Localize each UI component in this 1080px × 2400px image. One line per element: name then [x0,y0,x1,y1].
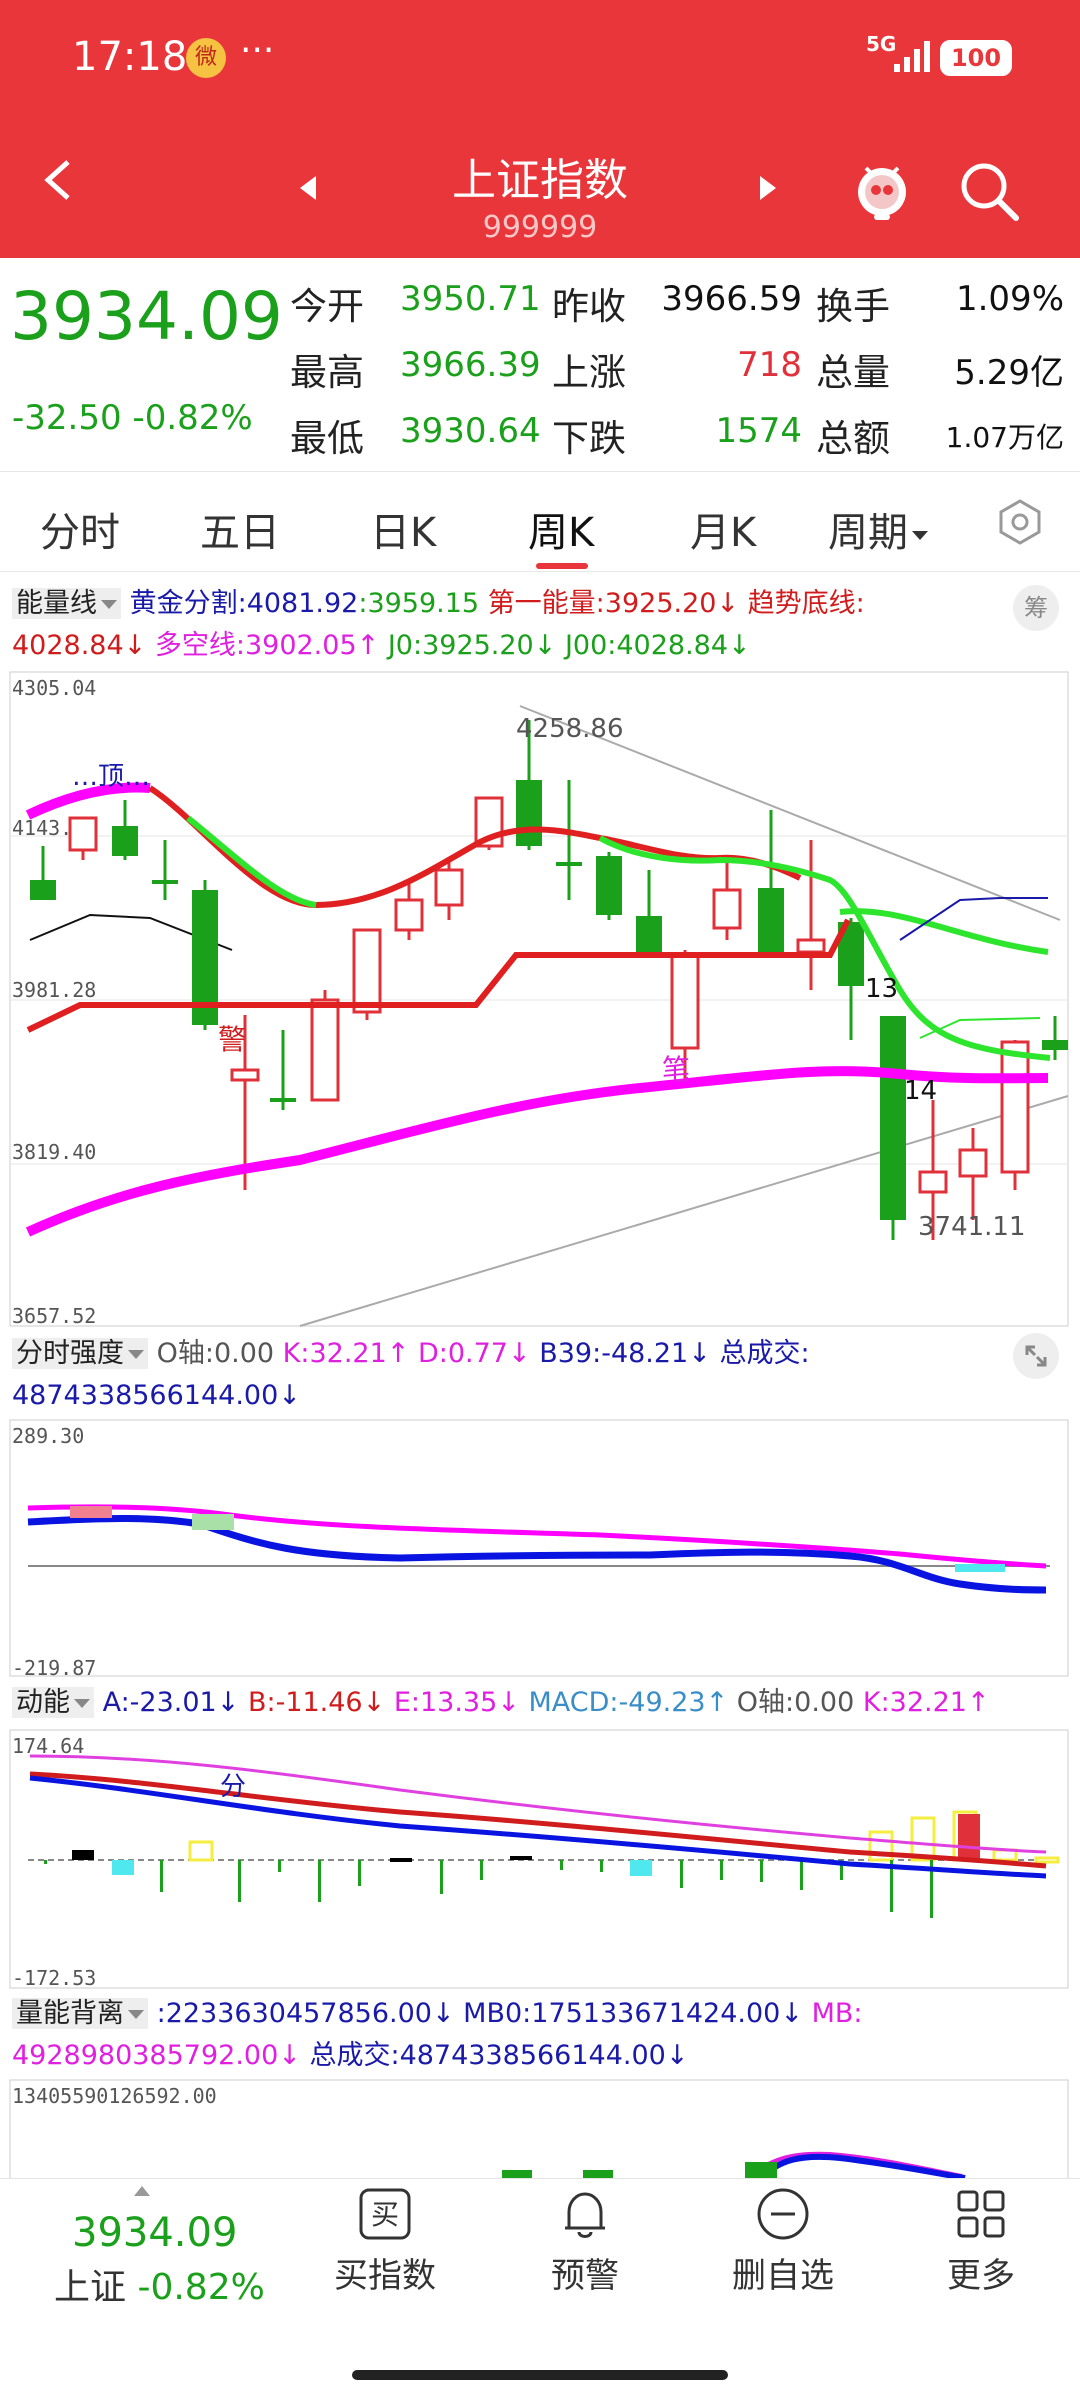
strength-bar [70,1506,112,1518]
candle-body [152,880,178,884]
bell-icon [565,2192,605,2238]
candle-body [68,816,98,852]
candle-body [516,780,542,846]
bottom-name-change: 上证 -0.82% [54,2267,265,2308]
momentum-bar [510,1856,532,1860]
count-14-label: 14 [904,1076,938,1106]
candle-body [1000,1040,1030,1174]
momentum-bar [112,1860,134,1875]
buy-icon: 买 [359,2188,411,2240]
candle-body [636,916,662,955]
momentum-bar [278,1860,281,1872]
candle-body [556,862,582,866]
momentum-bar [720,1860,723,1880]
green-trend-line-c [839,908,1049,955]
momentum-bar [600,1860,603,1872]
candle-body [434,868,464,907]
candles [30,720,1068,1240]
top-marker-label: …顶… [72,762,151,792]
momentum-bar [358,1860,361,1886]
momentum-bar [160,1860,163,1892]
candle-body [30,880,56,900]
alert-button[interactable]: 预警 [510,2186,660,2296]
remove-watchlist-button[interactable]: 删自选 [708,2186,858,2296]
b-line [29,1771,1047,1869]
candle-body [918,1170,948,1194]
fen-label: 分 [220,1772,247,1802]
candle-body [310,998,340,1102]
panel2-frame [9,1419,1069,1677]
candle-body [958,1148,988,1178]
candle-body [112,826,138,856]
grid-icon [957,2190,1005,2238]
high-price-label: 4258.86 [516,714,624,744]
candle-body [796,938,826,954]
candle-body [270,1098,296,1102]
candle-body [758,888,784,952]
candle-body [230,1068,260,1082]
momentum-bar [480,1860,483,1880]
momentum-bar [188,1840,214,1862]
momentum-bar [760,1860,763,1882]
momentum-bar [440,1860,443,1894]
expand-up-icon[interactable] [134,2186,150,2196]
bottom-price: 3934.09 [72,2210,238,2256]
mb0-line [757,2153,966,2181]
momentum-bar [238,1860,241,1902]
home-indicator [352,2370,728,2380]
momentum-bar [800,1860,803,1890]
count-13-label: 13 [865,974,899,1004]
more-button[interactable]: 更多 [906,2186,1056,2296]
momentum-bar [560,1860,563,1870]
momentum-bar [958,1814,980,1860]
candle-body [712,888,742,930]
candle-body [352,928,382,1014]
buy-index-button[interactable]: 买 买指数 [310,2186,460,2296]
kline-chart[interactable] [0,0,1080,2400]
candle-body [394,898,424,932]
momentum-bar [390,1858,412,1862]
momentum-bar [44,1860,47,1864]
svg-text:买: 买 [371,2198,399,2231]
stroke-label: 笔 [662,1053,691,1086]
a-line [29,1775,1047,1879]
momentum-bar [680,1860,683,1888]
momentum-bar [1034,1856,1060,1864]
first-energy-line [26,918,851,1033]
candle-body [596,856,622,915]
warning-label: 警 [218,1023,247,1056]
candle-body [670,953,700,1050]
momentum-bar [630,1860,652,1876]
momentum-bar [72,1850,94,1860]
low-price-label: 3741.11 [918,1212,1026,1242]
strength-bar [955,1564,1005,1572]
momentum-bar [318,1860,321,1902]
candle-body [880,1016,906,1220]
strength-bar [192,1514,234,1530]
minus-circle-icon [757,2188,809,2240]
candle-body [1042,1040,1068,1050]
